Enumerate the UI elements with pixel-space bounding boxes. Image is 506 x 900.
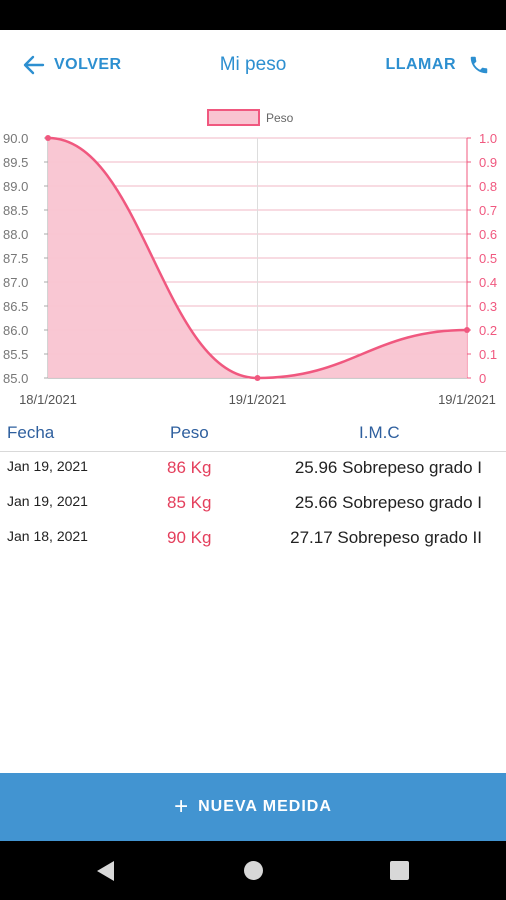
y-tick-label: 85.5 <box>3 347 28 362</box>
new-measure-button[interactable]: + NUEVA MEDIDA <box>0 773 506 841</box>
measurements-list: Jan 19, 2021 86 Kg 25.96 Sobrepeso grado… <box>0 452 506 557</box>
weight-chart: 90.0 89.5 89.0 88.5 88.0 87.5 87.0 86.5 86.0 85.5… <box>0 100 506 415</box>
y2-tick-label: 1.0 <box>479 131 497 146</box>
row-date: Jan 19, 2021 <box>7 493 88 509</box>
top-app-bar: VOLVER Mi peso LLAMAR <box>0 30 506 100</box>
data-point <box>45 135 51 141</box>
phone-icon <box>470 56 488 74</box>
weight-chart-svg: 90.0 89.5 89.0 88.5 88.0 87.5 87.0 86.5 86.0 85.5… <box>3 109 497 407</box>
x-tick-label: 18/1/2021 <box>19 392 77 407</box>
table-row[interactable]: Jan 19, 2021 86 Kg 25.96 Sobrepeso grado… <box>0 452 506 487</box>
table-row[interactable]: Jan 18, 2021 90 Kg 27.17 Sobrepeso grado… <box>0 522 506 557</box>
y2-tick-label: 0.4 <box>479 275 497 290</box>
call-button[interactable]: LLAMAR <box>385 52 490 78</box>
y-tick-label: 86.5 <box>3 299 28 314</box>
status-bar <box>0 0 506 30</box>
y2-tick-label: 0.3 <box>479 299 497 314</box>
y-tick-label: 89.5 <box>3 155 28 170</box>
header-fecha: Fecha <box>7 423 55 442</box>
plus-icon: + <box>174 793 189 820</box>
y-tick-label: 90.0 <box>3 131 28 146</box>
y-tick-label: 88.0 <box>3 227 28 242</box>
y-tick-label: 87.5 <box>3 251 28 266</box>
row-date: Jan 19, 2021 <box>7 458 88 474</box>
row-imc: 25.66 Sobrepeso grado I <box>294 493 482 512</box>
row-weight: 86 Kg <box>167 458 212 477</box>
y2-tick-label: 0.1 <box>479 347 497 362</box>
y2-tick-label: 0.7 <box>479 203 497 218</box>
y2-tick-label: 0.6 <box>479 227 497 242</box>
y2-tick-label: 0.2 <box>479 323 497 338</box>
y-tick-label: 85.0 <box>3 371 28 386</box>
row-date: Jan 18, 2021 <box>7 528 88 544</box>
y2-tick-label: 0.9 <box>479 155 497 170</box>
y2-tick-label: 0.8 <box>479 179 497 194</box>
y-tick-label: 89.0 <box>3 179 28 194</box>
y-tick-label: 87.0 <box>3 275 28 290</box>
nav-back-icon[interactable] <box>97 861 114 881</box>
nav-recents-icon[interactable] <box>390 861 409 880</box>
legend-label: Peso <box>266 111 294 125</box>
y-tick-label: 86.0 <box>3 323 28 338</box>
y-tick-label: 88.5 <box>3 203 28 218</box>
table-header: Fecha Peso I.M.C <box>0 415 506 452</box>
data-point <box>464 327 470 333</box>
row-weight: 85 Kg <box>167 493 212 512</box>
row-imc: 27.17 Sobrepeso grado II <box>290 528 482 547</box>
nav-home-icon[interactable] <box>244 861 263 880</box>
header-peso: Peso <box>170 423 209 442</box>
x-tick-label: 19/1/2021 <box>438 392 496 407</box>
call-label: LLAMAR <box>385 56 456 73</box>
x-tick-label: 19/1/2021 <box>229 392 287 407</box>
row-weight: 90 Kg <box>167 528 212 547</box>
new-measure-label: NUEVA MEDIDA <box>198 798 332 815</box>
row-imc: 25.96 Sobrepeso grado I <box>294 458 482 477</box>
data-point <box>254 375 261 381</box>
header-imc: I.M.C <box>359 423 400 442</box>
legend-swatch <box>207 109 260 126</box>
y2-tick-label: 0 <box>479 371 486 386</box>
table-row[interactable]: Jan 19, 2021 85 Kg 25.66 Sobrepeso grado… <box>0 487 506 522</box>
system-nav-bar <box>0 841 506 900</box>
y2-tick-label: 0.5 <box>479 251 497 266</box>
